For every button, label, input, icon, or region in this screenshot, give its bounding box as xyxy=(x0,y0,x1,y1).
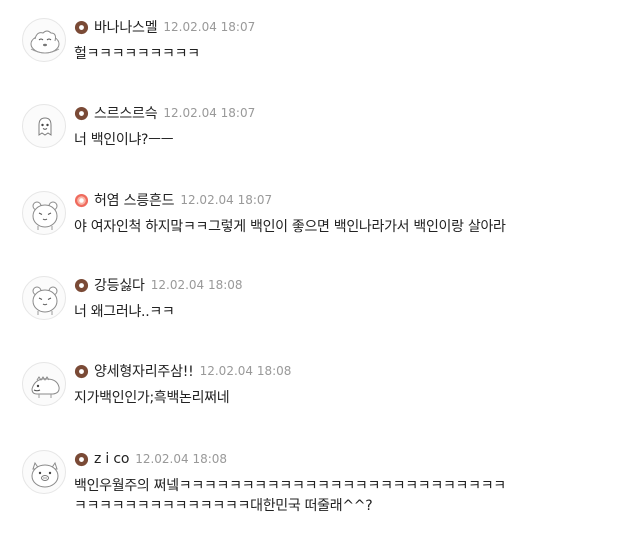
comment-author[interactable]: 바나나스멜 xyxy=(94,17,158,37)
comment-header: 스르스르슥 12.02.04 18:07 xyxy=(74,104,255,122)
brown-donut-icon xyxy=(74,106,89,120)
comment-text: 헐ㅋㅋㅋㅋㅋㅋㅋㅋㅋ xyxy=(74,46,200,62)
comment-timestamp: 12.02.04 18:08 xyxy=(199,364,292,378)
comment-author[interactable]: 스르스르슥 xyxy=(94,103,158,123)
pig-avatar[interactable] xyxy=(22,450,66,494)
comment-author[interactable]: 허염 스릉흔드 xyxy=(94,190,175,210)
comment-timestamp: 12.02.04 18:08 xyxy=(150,278,243,292)
bear-avatar[interactable] xyxy=(22,276,66,320)
comment-author[interactable]: 양세형자리주삼!! xyxy=(94,361,194,381)
comment-header: 양세형자리주삼!! 12.02.04 18:08 xyxy=(74,362,291,380)
brown-donut-icon xyxy=(74,364,89,378)
bear-avatar[interactable] xyxy=(22,191,66,235)
comment-header: z i co 12.02.04 18:08 xyxy=(74,450,227,468)
comment-text: 너 백인이냐?ㅡㅡ xyxy=(74,132,174,148)
comment-timestamp: 12.02.04 18:07 xyxy=(163,106,256,120)
small-ghost-avatar[interactable] xyxy=(22,104,66,148)
comment-text: 너 왜그러냐..ㅋㅋ xyxy=(74,304,175,320)
sleeping-animal-avatar[interactable] xyxy=(22,18,66,62)
comment-timestamp: 12.02.04 18:07 xyxy=(180,193,273,207)
pink-donut-icon xyxy=(74,193,89,207)
brown-donut-icon xyxy=(74,20,89,34)
comment-text: 야 여자인척 하지맠ㅋㅋ그렇게 백인이 좋으면 백인나라가서 백인이랑 살아라 xyxy=(74,219,506,235)
comment-timestamp: 12.02.04 18:08 xyxy=(135,452,228,466)
brown-donut-icon xyxy=(74,452,89,466)
brown-donut-icon xyxy=(74,278,89,292)
comment-header: 허염 스릉흔드 12.02.04 18:07 xyxy=(74,191,272,209)
dinosaur-avatar[interactable] xyxy=(22,362,66,406)
comment-timestamp: 12.02.04 18:07 xyxy=(163,20,256,34)
comment-text: 백인우월주의 쩌넼ㅋㅋㅋㅋㅋㅋㅋㅋㅋㅋㅋㅋㅋㅋㅋㅋㅋㅋㅋㅋㅋㅋㅋㅋㅋㅋ ㅋㅋㅋㅋ… xyxy=(74,478,506,514)
comment-header: 바나나스멜 12.02.04 18:07 xyxy=(74,18,255,36)
comment-header: 강등싫다 12.02.04 18:08 xyxy=(74,276,243,294)
comment-author[interactable]: z i co xyxy=(94,451,129,467)
comment-text: 지가백인인가;흑백논리쩌네 xyxy=(74,390,230,406)
comment-author[interactable]: 강등싫다 xyxy=(94,275,145,295)
